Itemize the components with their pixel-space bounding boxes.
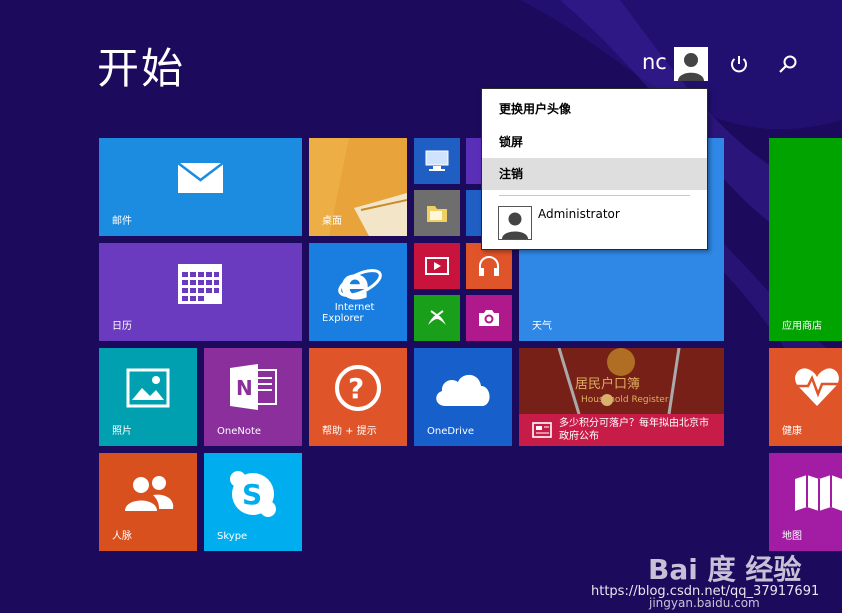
user-icon [678, 53, 704, 81]
tile-label: Internet Explorer [322, 291, 374, 335]
cloud-icon [436, 374, 490, 406]
account-avatar[interactable] [498, 206, 532, 240]
baidu-watermark-site: jingyan.baidu.com [649, 596, 760, 610]
news-headline: 多少积分可落户？每年拟由北京市政府公布 [559, 418, 709, 442]
news-image-text-2: Household Register [581, 395, 669, 405]
tile-label: 照片 [112, 426, 132, 437]
news-icon [532, 422, 552, 438]
folder-icon [427, 206, 447, 222]
baidu-watermark-logo: Bai 度 经验 [648, 553, 802, 586]
tile-onenote[interactable]: N OneNote [204, 348, 302, 446]
tile-this-pc[interactable] [414, 138, 460, 184]
account-name[interactable]: Administrator [538, 207, 620, 221]
svg-text:?: ? [348, 372, 364, 405]
tile-label: OneDrive [427, 426, 475, 437]
tile-store[interactable]: 应用商店 [769, 138, 842, 341]
tile-small-purple[interactable] [466, 138, 482, 184]
tile-label: 健康 [782, 426, 802, 437]
menu-item-change-avatar[interactable]: 更换用户头像 [482, 93, 707, 125]
tile-label: 应用商店 [782, 321, 822, 332]
onenote-icon: N [230, 364, 277, 410]
heart-icon [795, 368, 839, 406]
tile-label: 人脉 [112, 531, 132, 542]
tile-label: OneNote [217, 426, 262, 437]
camera-icon [479, 310, 499, 326]
tile-health[interactable]: 健康 [769, 348, 842, 446]
user-name[interactable]: nc [642, 50, 667, 74]
map-icon [795, 475, 842, 511]
xbox-games-icon [428, 310, 446, 325]
tile-label: 天气 [532, 321, 552, 332]
tile-internet-explorer[interactable]: e Internet Explorer [309, 243, 407, 341]
user-icon [502, 212, 528, 239]
tile-mail[interactable]: 邮件 [99, 138, 302, 236]
news-image-text-1: 居民户口簿 [575, 376, 640, 392]
tile-label: 桌面 [322, 216, 342, 227]
tile-help-tips[interactable]: ? 帮助 + 提示 [309, 348, 407, 446]
tile-desktop[interactable]: 桌面 [309, 138, 407, 236]
help-icon: ? [335, 365, 381, 411]
tile-small-blue[interactable] [466, 190, 482, 236]
tile-video[interactable] [414, 243, 460, 289]
tile-games[interactable] [414, 295, 460, 341]
tile-file-explorer[interactable] [414, 190, 460, 236]
menu-divider [499, 195, 690, 196]
tile-label: 地图 [782, 531, 802, 542]
people-icon [125, 476, 174, 511]
tile-people[interactable]: 人脉 [99, 453, 197, 551]
svg-text:S: S [242, 478, 262, 511]
tile-calendar[interactable]: 日历 [99, 243, 302, 341]
photos-icon [126, 368, 170, 408]
tile-maps[interactable]: 地图 [769, 453, 842, 551]
tile-label-line: Internet Explorer [322, 302, 375, 324]
tile-label: 帮助 + 提示 [322, 426, 377, 437]
user-avatar[interactable] [674, 47, 708, 81]
menu-item-sign-out[interactable]: 注销 [482, 158, 707, 190]
tile-label: 日历 [112, 321, 132, 332]
tile-label: Skype [217, 531, 248, 542]
tile-news[interactable]: 居民户口簿 Household Register 多少积分可落户？每年拟由北京市… [519, 348, 724, 446]
page-title: 开始 [97, 44, 186, 93]
tile-camera[interactable] [466, 295, 512, 341]
mail-icon [177, 162, 224, 193]
skype-icon: S [230, 471, 276, 517]
tile-photos[interactable]: 照片 [99, 348, 197, 446]
svg-text:N: N [236, 376, 253, 400]
tile-skype[interactable]: S Skype [204, 453, 302, 551]
search-icon[interactable] [776, 52, 800, 76]
user-account-menu: 更换用户头像 锁屏 注销 Administrator [481, 88, 708, 250]
computer-icon [425, 150, 449, 171]
power-icon[interactable] [727, 52, 751, 76]
menu-item-lock[interactable]: 锁屏 [482, 126, 707, 158]
calendar-icon [178, 264, 222, 304]
news-photo: 居民户口簿 Household Register [519, 348, 724, 414]
video-icon [425, 257, 449, 275]
tile-label: 邮件 [112, 216, 132, 227]
headphones-icon [479, 256, 499, 276]
tile-onedrive[interactable]: OneDrive [414, 348, 512, 446]
